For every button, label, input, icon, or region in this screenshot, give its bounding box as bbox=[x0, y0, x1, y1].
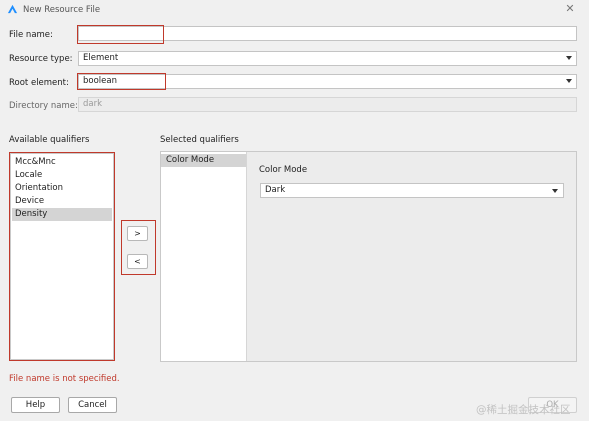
close-icon[interactable]: ✕ bbox=[563, 2, 577, 16]
watermark: @稀土掘金技术社区 bbox=[476, 404, 571, 416]
cancel-button[interactable]: Cancel bbox=[68, 397, 117, 413]
root-element-label: Root element: bbox=[9, 78, 69, 88]
color-mode-value: Dark bbox=[265, 185, 286, 195]
qualifier-item-orientation[interactable]: Orientation bbox=[12, 182, 112, 195]
available-qualifiers-label: Available qualifiers bbox=[9, 135, 90, 145]
title-bar: New Resource File ✕ bbox=[0, 0, 589, 20]
chevron-down-icon bbox=[566, 79, 572, 83]
selected-qualifiers-label: Selected qualifiers bbox=[160, 135, 239, 145]
file-name-label: File name: bbox=[9, 30, 53, 40]
directory-name-field: dark bbox=[78, 97, 577, 112]
resource-type-label: Resource type: bbox=[9, 54, 73, 64]
qualifier-item-device[interactable]: Device bbox=[12, 195, 112, 208]
help-button[interactable]: Help bbox=[11, 397, 60, 413]
color-mode-select[interactable]: Dark bbox=[260, 183, 564, 198]
color-mode-label: Color Mode bbox=[259, 165, 308, 175]
chevron-down-icon bbox=[552, 189, 558, 193]
file-name-input[interactable] bbox=[78, 26, 577, 41]
selected-qualifiers-panel: Color Mode Color Mode Dark bbox=[160, 151, 577, 362]
directory-name-value: dark bbox=[83, 99, 103, 109]
error-message: File name is not specified. bbox=[9, 374, 120, 384]
window-title: New Resource File bbox=[23, 5, 101, 15]
root-element-select[interactable]: boolean bbox=[78, 74, 577, 89]
remove-qualifier-button[interactable]: < bbox=[127, 254, 148, 269]
chevron-down-icon bbox=[566, 56, 572, 60]
add-qualifier-button[interactable]: > bbox=[127, 226, 148, 241]
qualifier-item-locale[interactable]: Locale bbox=[12, 169, 112, 182]
root-element-value: boolean bbox=[83, 76, 117, 86]
app-logo-icon bbox=[7, 4, 18, 14]
resource-type-select[interactable]: Element bbox=[78, 51, 577, 66]
selected-qualifiers-list: Color Mode bbox=[161, 152, 247, 361]
directory-name-label: Directory name: bbox=[9, 101, 78, 111]
qualifier-item-density[interactable]: Density bbox=[12, 208, 112, 221]
new-resource-file-dialog: New Resource File ✕ File name: Resource … bbox=[0, 0, 589, 421]
qualifier-item-mcc-mnc[interactable]: Mcc&Mnc bbox=[12, 156, 112, 169]
resource-type-value: Element bbox=[83, 53, 119, 63]
selected-qualifier-color-mode[interactable]: Color Mode bbox=[161, 154, 246, 167]
available-qualifiers-list: Mcc&Mnc Locale Orientation Device Densit… bbox=[10, 153, 114, 360]
